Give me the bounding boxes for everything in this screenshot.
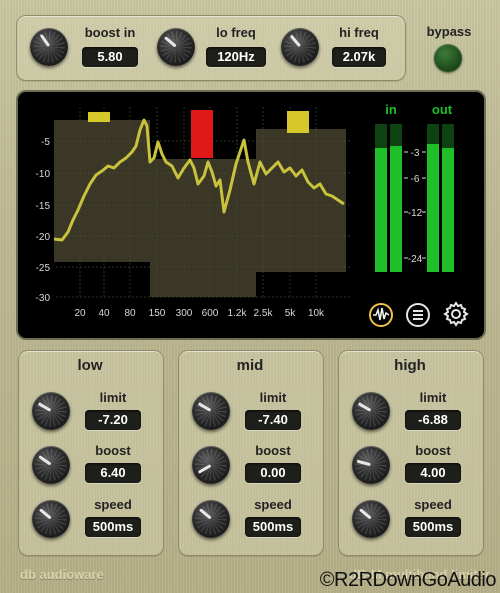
- meter-in: [375, 124, 402, 272]
- meter-out-label: out: [432, 102, 453, 117]
- high-band-marker[interactable]: [287, 111, 309, 133]
- low-speed-value[interactable]: 500ms: [85, 517, 141, 537]
- y-tick: -5: [41, 137, 50, 148]
- spectrum-display: -5 -10 -15 -20 -25 -30 20 40 80 150 300 …: [16, 90, 486, 340]
- y-tick: -15: [36, 201, 51, 212]
- high-limit-value[interactable]: -6.88: [405, 410, 461, 430]
- low-limit-knob[interactable]: [32, 392, 70, 430]
- mid-limit-label: limit: [259, 390, 287, 405]
- boost-in-label: boost in: [84, 25, 136, 40]
- high-band-title: high: [394, 357, 426, 374]
- lo-freq-value[interactable]: 120Hz: [206, 47, 266, 67]
- high-band-region[interactable]: [256, 129, 346, 272]
- menu-icon[interactable]: [405, 302, 431, 328]
- high-speed-label: speed: [414, 497, 452, 512]
- x-tick: 1.2k: [228, 308, 248, 319]
- mid-limit-value[interactable]: -7.40: [245, 410, 301, 430]
- hi-freq-value[interactable]: 2.07k: [332, 47, 386, 67]
- gear-icon[interactable]: [442, 300, 470, 328]
- low-boost-label: boost: [95, 443, 131, 458]
- mid-boost-knob[interactable]: [192, 446, 230, 484]
- low-band-title: low: [77, 357, 103, 374]
- mid-speed-value[interactable]: 500ms: [245, 517, 301, 537]
- low-boost-knob[interactable]: [32, 446, 70, 484]
- high-boost-label: boost: [415, 443, 451, 458]
- low-speed-label: speed: [94, 497, 132, 512]
- high-speed-value[interactable]: 500ms: [405, 517, 461, 537]
- mid-boost-label: boost: [255, 443, 291, 458]
- bypass-label: bypass: [426, 24, 472, 39]
- meter-scale-tick: -3: [411, 148, 420, 159]
- x-tick: 300: [176, 308, 193, 319]
- x-tick: 2.5k: [254, 308, 274, 319]
- boost-in-knob[interactable]: [30, 28, 68, 66]
- low-speed-knob[interactable]: [32, 500, 70, 538]
- brand-label: db audioware: [20, 567, 104, 582]
- meter-in-label: in: [385, 102, 397, 117]
- x-tick: 80: [124, 308, 136, 319]
- high-boost-knob[interactable]: [352, 446, 390, 484]
- mid-band-marker[interactable]: [191, 110, 213, 158]
- y-tick: -30: [36, 293, 51, 304]
- x-tick: 150: [149, 308, 166, 319]
- mid-speed-knob[interactable]: [192, 500, 230, 538]
- bypass-button[interactable]: [434, 44, 462, 72]
- x-tick: 600: [202, 308, 219, 319]
- boost-in-value[interactable]: 5.80: [82, 47, 138, 67]
- meter-scale-tick: -12: [408, 208, 423, 219]
- high-limit-knob[interactable]: [352, 392, 390, 430]
- low-band-region[interactable]: [54, 120, 150, 262]
- y-tick: -20: [36, 232, 51, 243]
- meter-scale-tick: -6: [411, 174, 420, 185]
- meter-out: [427, 124, 454, 272]
- mid-boost-value[interactable]: 0.00: [245, 463, 301, 483]
- low-limit-label: limit: [99, 390, 127, 405]
- high-speed-knob[interactable]: [352, 500, 390, 538]
- mid-speed-label: speed: [254, 497, 292, 512]
- hi-freq-knob[interactable]: [281, 28, 319, 66]
- high-limit-label: limit: [419, 390, 447, 405]
- low-band-marker[interactable]: [88, 112, 110, 122]
- hi-freq-label: hi freq: [339, 25, 379, 40]
- lo-freq-label: lo freq: [216, 25, 256, 40]
- watermark: ©R2RDownGoAudio: [319, 569, 497, 591]
- meter-scale-tick: -24: [408, 254, 423, 265]
- high-boost-value[interactable]: 4.00: [405, 463, 461, 483]
- mid-band-title: mid: [236, 357, 264, 374]
- y-tick: -25: [36, 263, 51, 274]
- x-tick: 10k: [308, 308, 325, 319]
- x-tick: 40: [98, 308, 110, 319]
- x-tick: 20: [74, 308, 86, 319]
- waveform-icon[interactable]: [368, 302, 394, 328]
- y-tick: -10: [36, 169, 51, 180]
- x-tick: 5k: [285, 308, 297, 319]
- lo-freq-knob[interactable]: [157, 28, 195, 66]
- low-limit-value[interactable]: -7.20: [85, 410, 141, 430]
- low-boost-value[interactable]: 6.40: [85, 463, 141, 483]
- mid-limit-knob[interactable]: [192, 392, 230, 430]
